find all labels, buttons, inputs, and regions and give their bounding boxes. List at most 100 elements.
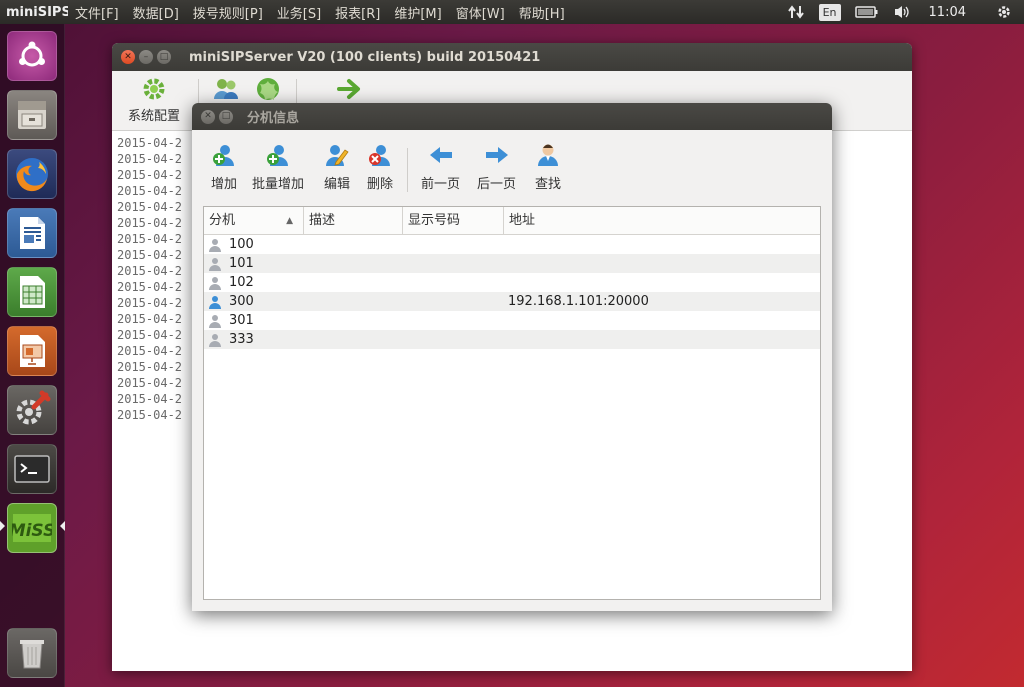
prev-page-button[interactable]: 前一页 (421, 142, 460, 192)
dialog-titlebar[interactable]: ✕ □ 分机信息 (192, 103, 832, 130)
calc-icon[interactable] (7, 267, 57, 317)
dialog-toolbar: 增加 批量增加 编辑 删除 前一页 后一页 查找 (192, 130, 832, 200)
menu-service[interactable]: 业务[S] (270, 3, 328, 22)
close-icon[interactable]: ✕ (121, 50, 135, 64)
main-window-titlebar[interactable]: ✕ – □ miniSIPServer V20 (100 clients) bu… (112, 43, 912, 71)
log-line: 2015-04-2 (117, 264, 183, 278)
menu-help[interactable]: 帮助[H] (512, 3, 572, 22)
top-panel: miniSIPS 文件[F] 数据[D] 拨号规则[P] 业务[S] 报表[R]… (0, 0, 1024, 24)
next-page-label: 后一页 (477, 177, 517, 192)
log-line: 2015-04-2 (117, 312, 183, 326)
battery-icon[interactable] (854, 5, 879, 19)
volume-icon[interactable] (893, 4, 911, 20)
ubuntu-dash-icon[interactable] (7, 31, 57, 81)
extension-number: 301 (229, 313, 254, 328)
system-settings-icon[interactable] (7, 385, 57, 435)
dialog-maximize-icon[interactable]: □ (219, 109, 233, 124)
maximize-icon[interactable]: □ (157, 50, 171, 64)
find-user-icon (538, 144, 558, 166)
clock[interactable]: 11:04 (929, 5, 966, 20)
launcher: MiSS (0, 24, 65, 687)
system-config-label: 系统配置 (128, 109, 181, 124)
log-line: 2015-04-2 (117, 296, 183, 310)
log-line: 2015-04-2 (117, 184, 183, 198)
forward-toolbar-button[interactable] (336, 75, 364, 103)
column-header-extension-label: 分机 (209, 213, 236, 228)
minimize-icon[interactable]: – (139, 50, 153, 64)
menu-dial-rules[interactable]: 拨号规则[P] (186, 3, 270, 22)
arrow-right-icon (337, 79, 360, 99)
edit-button[interactable]: 编辑 (324, 142, 350, 192)
find-label: 查找 (535, 177, 562, 192)
column-header-display-number[interactable]: 显示号码 (403, 207, 504, 235)
add-button[interactable]: 增加 (211, 142, 237, 192)
users-icon (214, 79, 238, 99)
arrow-left-icon (429, 147, 452, 163)
menu-report[interactable]: 报表[R] (328, 3, 387, 22)
column-header-description[interactable]: 描述 (304, 207, 403, 235)
add-label: 增加 (211, 177, 238, 192)
table-row[interactable]: 301 (204, 311, 820, 330)
users-toolbar-button[interactable] (212, 75, 240, 103)
batch-add-button[interactable]: 批量增加 (252, 142, 304, 192)
menu-maintain[interactable]: 维护[M] (387, 3, 448, 22)
network-icon[interactable] (787, 3, 805, 21)
table-row[interactable]: 100 (204, 235, 820, 254)
log-line: 2015-04-2 (117, 392, 183, 406)
log-line: 2015-04-2 (117, 216, 183, 230)
table-row[interactable]: 300 192.168.1.101:20000 (204, 292, 820, 311)
firefox-icon[interactable] (7, 149, 57, 199)
table-row[interactable]: 102 (204, 273, 820, 292)
find-button[interactable]: 查找 (535, 142, 561, 192)
system-config-button[interactable]: 系统配置 (128, 75, 180, 124)
column-header-extension[interactable]: 分机 ▲ (204, 207, 304, 235)
extension-table[interactable]: 分机 ▲ 描述 显示号码 地址 100 101 102 300 192.168.… (203, 206, 821, 600)
cell-extension: 101 (204, 256, 304, 271)
table-row[interactable]: 333 (204, 330, 820, 349)
log-line: 2015-04-2 (117, 408, 183, 422)
next-page-button[interactable]: 后一页 (477, 142, 516, 192)
writer-icon[interactable] (7, 208, 57, 258)
log-line: 2015-04-2 (117, 200, 183, 214)
table-row[interactable]: 101 (204, 254, 820, 273)
dialog-close-icon[interactable]: ✕ (201, 109, 215, 124)
dialog-toolbar-separator (407, 148, 408, 192)
sort-ascending-icon: ▲ (286, 216, 293, 226)
log-line: 2015-04-2 (117, 136, 183, 150)
miss-app-icon[interactable]: MiSS (7, 503, 57, 553)
terminal-icon[interactable] (7, 444, 57, 494)
cell-address: 192.168.1.101:20000 (508, 294, 649, 309)
menu-window[interactable]: 窗体[W] (449, 3, 512, 22)
extension-info-dialog: ✕ □ 分机信息 增加 批量增加 编辑 删除 前一页 后一页 查找 分机 ▲ 描… (192, 103, 832, 611)
menu-file[interactable]: 文件[F] (68, 3, 126, 22)
trash-icon[interactable] (7, 628, 57, 678)
log-line: 2015-04-2 (117, 344, 183, 358)
app-name: miniSIPS (6, 4, 68, 20)
delete-button[interactable]: 删除 (367, 142, 393, 192)
session-gear-icon[interactable] (996, 4, 1012, 20)
log-line: 2015-04-2 (117, 328, 183, 342)
log-line: 2015-04-2 (117, 232, 183, 246)
column-header-address[interactable]: 地址 (504, 207, 820, 235)
table-header: 分机 ▲ 描述 显示号码 地址 (204, 207, 820, 235)
add-user-icon (213, 145, 234, 166)
cell-extension: 301 (204, 313, 304, 328)
cell-extension: 300 (204, 294, 304, 309)
extension-number: 100 (229, 237, 254, 252)
keyboard-language-indicator[interactable]: En (818, 3, 841, 21)
log-line: 2015-04-2 (117, 280, 183, 294)
menu-data[interactable]: 数据[D] (126, 3, 186, 22)
log-line: 2015-04-2 (117, 168, 183, 182)
user-icon (209, 276, 221, 290)
network-toolbar-button[interactable] (254, 75, 282, 103)
cell-extension: 333 (204, 332, 304, 347)
user-icon (209, 238, 221, 252)
edit-label: 编辑 (324, 177, 351, 192)
delete-label: 删除 (367, 177, 394, 192)
batch-add-icon (267, 145, 288, 166)
impress-icon[interactable] (7, 326, 57, 376)
files-icon[interactable] (7, 90, 57, 140)
globe-icon (257, 78, 279, 100)
extension-number: 300 (229, 294, 254, 309)
delete-user-icon (369, 145, 390, 166)
